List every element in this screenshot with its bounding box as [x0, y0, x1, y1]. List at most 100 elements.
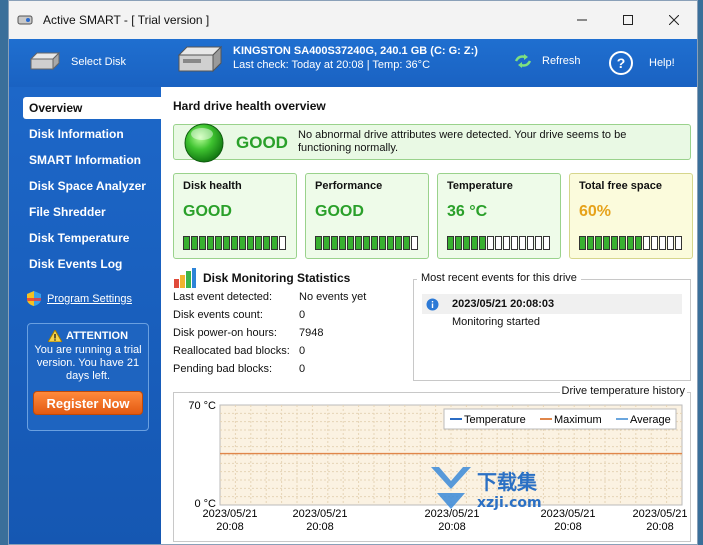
refresh-button[interactable]: Refresh — [514, 54, 581, 68]
hard-drive-icon — [29, 51, 61, 71]
card-label: Total free space — [579, 180, 662, 192]
level-segment — [271, 236, 278, 250]
level-segment — [651, 236, 658, 250]
program-settings-link[interactable]: Program Settings — [27, 291, 132, 306]
hard-drive-icon — [177, 45, 223, 73]
sidebar-item-disk-information[interactable]: Disk Information — [23, 123, 161, 145]
recent-events-title: Most recent events for this drive — [417, 272, 581, 284]
level-segment — [215, 236, 222, 250]
level-bar — [447, 236, 551, 250]
level-segment — [263, 236, 270, 250]
green-status-orb-icon — [184, 123, 224, 163]
card-value: 60% — [579, 203, 612, 220]
minimize-button[interactable] — [559, 1, 605, 39]
stat-key: Disk power-on hours: — [173, 327, 277, 339]
card-label: Disk health — [183, 180, 242, 192]
level-segment — [331, 236, 338, 250]
level-segment — [659, 236, 666, 250]
level-segment — [387, 236, 394, 250]
sidebar-item-disk-temperature[interactable]: Disk Temperature — [23, 227, 161, 249]
health-status-description: No abnormal drive attributes were detect… — [298, 129, 627, 154]
y-tick-label: 70 °C — [188, 400, 216, 412]
stat-value: 0 — [299, 309, 306, 321]
chart-title: Drive temperature history — [559, 385, 687, 397]
stat-value: 0 — [299, 345, 306, 357]
event-time: 2023/05/21 20:08:03 — [452, 298, 555, 310]
level-segment — [411, 236, 418, 250]
sidebar-item-overview[interactable]: Overview — [23, 97, 161, 119]
level-segment — [199, 236, 206, 250]
level-segment — [347, 236, 354, 250]
current-disk-info: KINGSTON SA400S37240G, 240.1 GB (C: G: Z… — [177, 45, 478, 77]
performance-card: Performance GOOD — [305, 173, 429, 259]
level-segment — [595, 236, 602, 250]
sidebar-item-disk-events-log[interactable]: Disk Events Log — [23, 253, 161, 275]
watermark-logo: 下载集 xzji.com — [431, 467, 542, 511]
stats-heading: Disk Monitoring Statistics — [173, 267, 350, 289]
event-message: Monitoring started — [452, 316, 541, 328]
sidebar-item-disk-space-analyzer[interactable]: Disk Space Analyzer — [23, 175, 161, 197]
card-value: 36 °C — [447, 203, 488, 220]
level-segment — [667, 236, 674, 250]
attention-heading: ATTENTION — [28, 330, 148, 342]
warning-icon — [47, 330, 62, 342]
level-segment — [579, 236, 586, 250]
level-segment — [207, 236, 214, 250]
level-segment — [619, 236, 626, 250]
level-bar — [579, 236, 683, 250]
app-window: Active SMART - [ Trial version ] Select … — [8, 0, 698, 545]
level-segment — [371, 236, 378, 250]
level-segment — [239, 236, 246, 250]
program-settings-label: Program Settings — [47, 292, 132, 305]
select-disk-label: Select Disk — [71, 56, 127, 68]
temperature-card: Temperature 36 °C — [437, 173, 561, 259]
recent-events-list[interactable]: 2023/05/21 20:08:03 Monitoring started — [413, 279, 691, 381]
level-segment — [231, 236, 238, 250]
title-bar[interactable]: Active SMART - [ Trial version ] — [9, 1, 697, 39]
list-item[interactable]: 2023/05/21 20:08:03 — [422, 294, 682, 314]
help-button[interactable]: ? Help! — [609, 51, 675, 75]
stat-key: Disk events count: — [173, 309, 263, 321]
help-label: Help! — [649, 57, 675, 69]
level-bar — [183, 236, 287, 250]
minimize-icon — [577, 19, 587, 21]
level-segment — [223, 236, 230, 250]
level-segment — [487, 236, 494, 250]
app-disk-icon — [17, 15, 33, 25]
stat-value: No events yet — [299, 291, 367, 303]
level-segment — [463, 236, 470, 250]
x-tick-label: 20:08 — [646, 521, 674, 533]
top-toolbar: Select Disk KINGSTON SA400S37240G, 240.1… — [9, 39, 697, 87]
trial-attention-panel: ATTENTION You are running a trial versio… — [27, 323, 149, 431]
maximize-button[interactable] — [605, 1, 651, 39]
level-segment — [611, 236, 618, 250]
level-segment — [355, 236, 362, 250]
card-label: Temperature — [447, 180, 513, 192]
page-title: Hard drive health overview — [173, 99, 326, 113]
level-segment — [323, 236, 330, 250]
level-segment — [479, 236, 486, 250]
select-disk-button[interactable]: Select Disk — [29, 51, 126, 73]
last-check-text: Last check: Today at 20:08 | Temp: 36°C — [233, 59, 431, 71]
register-now-button[interactable]: Register Now — [33, 391, 143, 415]
card-value: GOOD — [315, 203, 364, 220]
level-segment — [587, 236, 594, 250]
level-segment — [535, 236, 542, 250]
sidebar-item-smart-information[interactable]: SMART Information — [23, 149, 161, 171]
sidebar-item-file-shredder[interactable]: File Shredder — [23, 201, 161, 223]
level-segment — [603, 236, 610, 250]
health-status-banner: GOOD No abnormal drive attributes were d… — [173, 123, 691, 163]
level-segment — [675, 236, 682, 250]
watermark-text: 下载集 — [477, 470, 538, 494]
disk-name: KINGSTON SA400S37240G, 240.1 GB (C: G: Z… — [233, 45, 478, 57]
level-segment — [339, 236, 346, 250]
refresh-label: Refresh — [542, 55, 581, 67]
legend-item: Maximum — [554, 414, 602, 426]
level-segment — [635, 236, 642, 250]
x-tick-label: 20:08 — [216, 521, 244, 533]
legend-item: Average — [630, 414, 671, 426]
level-segment — [363, 236, 370, 250]
help-icon: ? — [609, 51, 633, 75]
info-icon — [426, 298, 439, 311]
close-button[interactable] — [651, 1, 697, 39]
